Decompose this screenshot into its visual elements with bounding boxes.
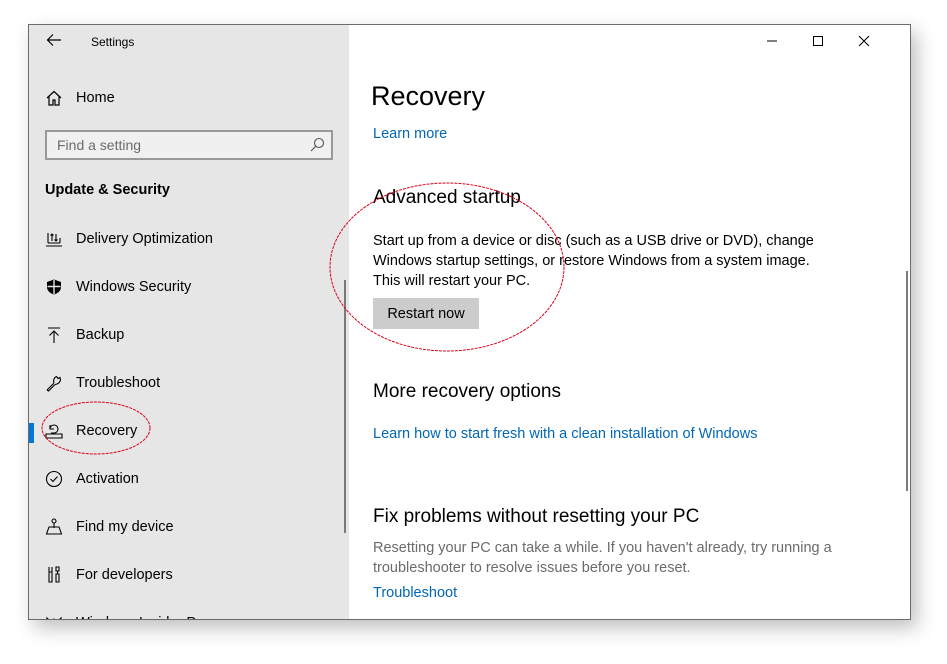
search-input[interactable] [47, 132, 307, 158]
sidebar-item-label: For developers [76, 567, 173, 583]
sidebar-item-windows-security[interactable]: Windows Security [29, 265, 349, 309]
wrench-icon [45, 374, 63, 392]
backup-arrow-icon [45, 326, 63, 344]
sidebar-item-label: Backup [76, 327, 125, 343]
sidebar: Settings Home Update & Security Delivery… [29, 25, 349, 619]
sidebar-item-home[interactable]: Home [29, 76, 349, 120]
troubleshoot-link[interactable]: Troubleshoot [373, 585, 457, 601]
sidebar-item-windows-insider-program[interactable]: Windows Insider Program [29, 601, 349, 619]
advanced-startup-heading: Advanced startup [373, 187, 521, 208]
sidebar-item-for-developers[interactable]: For developers [29, 553, 349, 597]
sidebar-item-label: Activation [76, 471, 139, 487]
sidebar-item-activation[interactable]: Activation [29, 457, 349, 501]
check-circle-icon [45, 470, 63, 488]
section-title: Update & Security [45, 182, 170, 198]
minimize-button[interactable] [749, 25, 795, 57]
sidebar-item-recovery[interactable]: Recovery [29, 409, 349, 453]
arrow-left-icon [46, 34, 61, 46]
search-icon[interactable] [309, 137, 325, 153]
more-recovery-options-heading: More recovery options [373, 381, 561, 402]
sidebar-item-label: Delivery Optimization [76, 231, 213, 247]
sidebar-scrollbar[interactable] [344, 280, 346, 533]
insider-icon [45, 614, 63, 619]
fix-problems-heading: Fix problems without resetting your PC [373, 506, 700, 527]
app-title: Settings [91, 35, 135, 49]
sidebar-item-find-my-device[interactable]: Find my device [29, 505, 349, 549]
sidebar-item-label: Troubleshoot [76, 375, 161, 391]
maximize-icon [813, 36, 823, 46]
active-indicator [29, 423, 34, 443]
developer-tools-icon [45, 566, 63, 584]
content-scrollbar[interactable] [906, 271, 908, 491]
search-box[interactable] [45, 130, 333, 160]
sidebar-item-label: Windows Security [76, 279, 192, 295]
shield-icon [45, 278, 63, 296]
home-icon [45, 89, 63, 107]
restart-now-button[interactable]: Restart now [373, 298, 479, 329]
back-button[interactable] [43, 31, 65, 53]
delivery-optimization-icon [45, 230, 63, 248]
clean-install-link[interactable]: Learn how to start fresh with a clean in… [373, 426, 757, 442]
sidebar-item-label: Home [76, 90, 115, 106]
maximize-button[interactable] [795, 25, 841, 57]
learn-more-link[interactable]: Learn more [373, 126, 447, 142]
minimize-icon [767, 40, 777, 42]
close-button[interactable] [841, 25, 887, 57]
advanced-startup-description: Start up from a device or disc (such as … [373, 233, 814, 289]
fix-problems-description: Resetting your PC can take a while. If y… [373, 540, 832, 576]
sidebar-item-label: Find my device [76, 519, 174, 535]
recovery-icon [45, 422, 63, 440]
close-icon [858, 35, 870, 47]
content-pane: Recovery Learn more Advanced startup Sta… [349, 25, 910, 619]
sidebar-item-label: Recovery [76, 423, 138, 439]
page-title: Recovery [371, 81, 486, 111]
sidebar-item-backup[interactable]: Backup [29, 313, 349, 357]
sidebar-item-delivery-optimization[interactable]: Delivery Optimization [29, 217, 349, 261]
find-device-icon [45, 518, 63, 536]
sidebar-item-label: Windows Insider Program [76, 615, 242, 619]
settings-window: Settings Home Update & Security Delivery… [28, 24, 911, 620]
sidebar-item-troubleshoot[interactable]: Troubleshoot [29, 361, 349, 405]
